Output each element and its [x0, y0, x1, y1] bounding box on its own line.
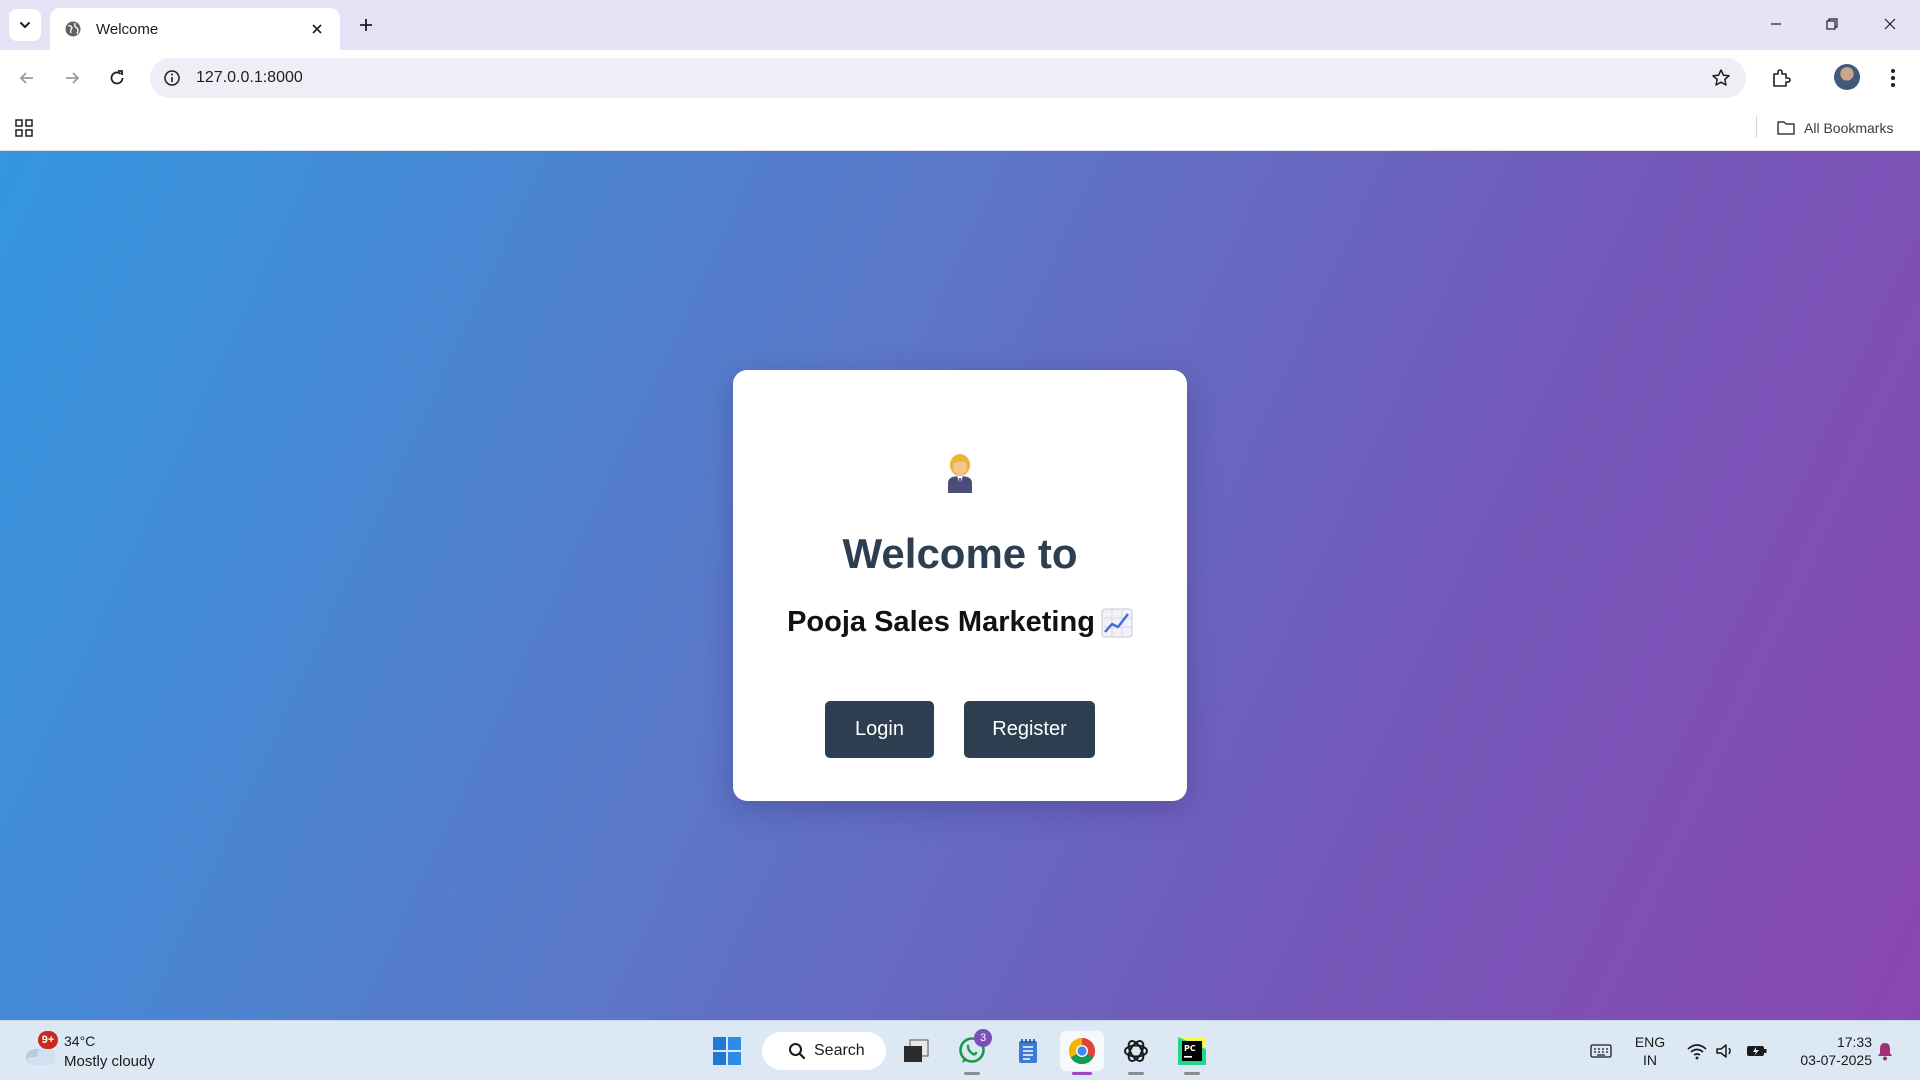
bookmarks-bar: All Bookmarks: [0, 106, 1920, 151]
weather-condition: Mostly cloudy: [64, 1053, 155, 1070]
folder-icon: [1776, 119, 1796, 137]
clock-date: 03-07-2025: [1800, 1052, 1872, 1068]
login-button[interactable]: Login: [825, 701, 934, 758]
all-bookmarks-label: All Bookmarks: [1804, 120, 1894, 136]
puzzle-icon: [1773, 69, 1791, 87]
welcome-card: Welcome to Pooja Sales Marketing Login R…: [733, 370, 1187, 801]
tab-close-icon[interactable]: [306, 18, 328, 40]
site-info-icon[interactable]: [162, 68, 182, 88]
company-title: Pooja Sales Marketing: [733, 606, 1187, 639]
bookmarks-divider: [1756, 116, 1757, 138]
notification-badge: 9+: [38, 1031, 58, 1049]
wifi-icon[interactable]: [1686, 1040, 1708, 1062]
restore-button[interactable]: [1810, 6, 1854, 42]
kebab-menu-icon: [1891, 69, 1895, 87]
extensions-button[interactable]: [1766, 63, 1796, 93]
notepad-icon: [1019, 1039, 1037, 1063]
new-tab-button[interactable]: [352, 11, 380, 39]
pycharm-icon: PC: [1178, 1037, 1206, 1065]
globe-icon: [64, 20, 82, 38]
address-bar[interactable]: 127.0.0.1:8000: [150, 58, 1746, 98]
chrome-app[interactable]: [1060, 1031, 1104, 1075]
running-indicator: [964, 1072, 980, 1075]
browser-toolbar: 127.0.0.1:8000: [0, 50, 1920, 106]
company-name: Pooja Sales Marketing: [787, 606, 1095, 638]
system-clock[interactable]: 17:33 03-07-2025: [1782, 1033, 1872, 1069]
all-bookmarks-button[interactable]: All Bookmarks: [1776, 116, 1893, 140]
bookmark-star-icon[interactable]: [1710, 67, 1732, 89]
apps-grid-icon[interactable]: [12, 116, 36, 140]
clock-time: 17:33: [1836, 1034, 1872, 1050]
profile-avatar[interactable]: [1834, 64, 1860, 90]
running-indicator: [1128, 1072, 1144, 1075]
back-button[interactable]: [12, 63, 42, 93]
url-text[interactable]: 127.0.0.1:8000: [196, 69, 303, 87]
welcome-heading: Welcome to: [842, 530, 1078, 577]
task-view-app[interactable]: [894, 1031, 938, 1071]
whatsapp-app[interactable]: 3: [950, 1029, 994, 1075]
arrow-right-icon: [66, 72, 80, 84]
tab-strip: Welcome: [0, 0, 1920, 50]
notification-bell-icon[interactable]: [1874, 1040, 1896, 1062]
register-button[interactable]: Register: [964, 701, 1095, 758]
language-code: ENG: [1634, 1034, 1666, 1050]
temperature: 34°C: [64, 1033, 96, 1049]
running-indicator: [1184, 1072, 1200, 1075]
menu-button[interactable]: [1878, 63, 1908, 93]
page-viewport: Welcome to Pooja Sales Marketing Login R…: [0, 151, 1920, 1020]
close-icon: [1884, 18, 1896, 30]
chatgpt-app[interactable]: [1114, 1031, 1158, 1075]
weather-widget[interactable]: 9+ 34°C Mostly cloudy: [22, 1029, 202, 1073]
office-worker-icon: [733, 453, 1187, 493]
keyboard-icon[interactable]: [1590, 1040, 1612, 1062]
task-view-icon: [904, 1039, 929, 1062]
close-window-button[interactable]: [1868, 6, 1912, 42]
whatsapp-unread-count: 3: [974, 1029, 992, 1047]
volume-icon[interactable]: [1714, 1040, 1736, 1062]
reload-icon: [110, 70, 124, 85]
windows-start-icon[interactable]: [712, 1036, 742, 1066]
arrow-left-icon: [19, 72, 33, 84]
restore-icon: [1826, 18, 1838, 30]
battery-icon[interactable]: [1746, 1040, 1768, 1062]
chart-increasing-icon: [1101, 608, 1133, 637]
input-language[interactable]: ENG IN: [1628, 1033, 1672, 1069]
windows-taskbar: 9+ 34°C Mostly cloudy Search 3 PC ENG IN…: [0, 1020, 1920, 1080]
search-icon: [789, 1043, 806, 1060]
forward-button[interactable]: [57, 63, 87, 93]
active-indicator: [1072, 1072, 1092, 1075]
minimize-icon: [1771, 23, 1781, 25]
tab-welcome[interactable]: Welcome: [50, 8, 340, 50]
svg-text:PC: PC: [1184, 1044, 1196, 1053]
taskbar-search[interactable]: Search: [762, 1032, 886, 1070]
plus-icon: [360, 19, 372, 31]
reload-button[interactable]: [102, 63, 132, 93]
tab-search-button[interactable]: [9, 9, 41, 41]
chatgpt-icon: [1124, 1040, 1148, 1062]
tab-title: Welcome: [96, 20, 159, 38]
notepad-app[interactable]: [1006, 1031, 1050, 1071]
pycharm-app[interactable]: PC: [1170, 1031, 1214, 1075]
region-code: IN: [1643, 1052, 1657, 1068]
search-label: Search: [814, 1042, 865, 1059]
chrome-icon: [1068, 1037, 1096, 1065]
minimize-button[interactable]: [1754, 6, 1798, 42]
chevron-down-icon: [20, 22, 30, 28]
